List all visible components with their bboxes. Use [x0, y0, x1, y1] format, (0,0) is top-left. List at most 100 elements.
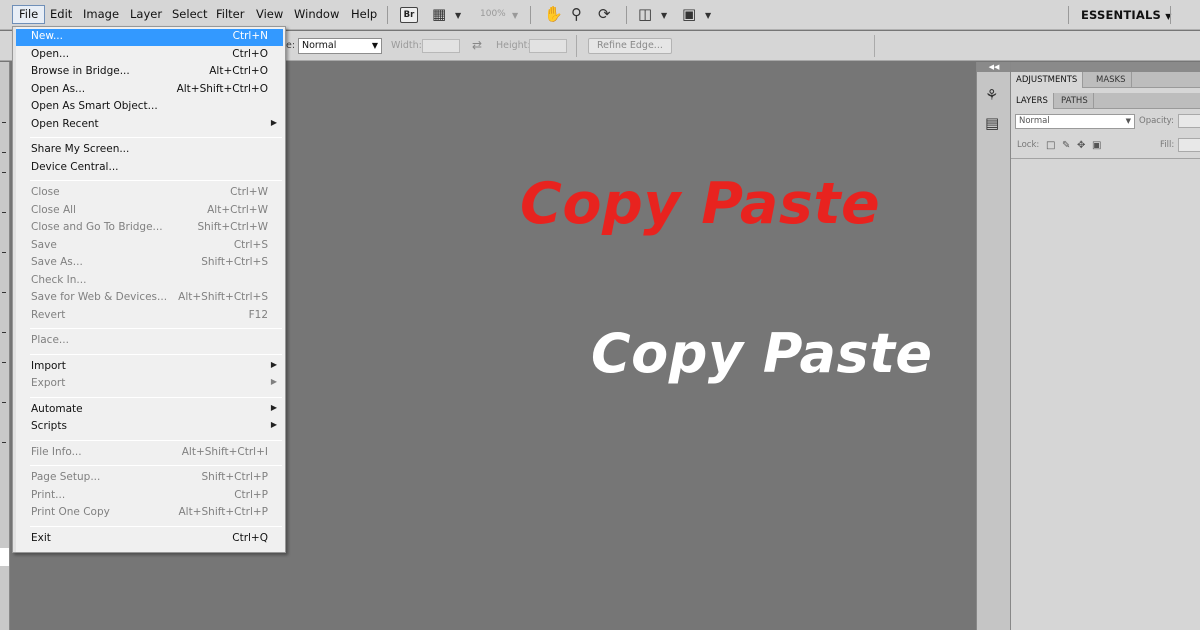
menu-item-shortcut: Shift+Ctrl+S — [201, 256, 268, 268]
submenu-arrow-icon: ▶ — [270, 359, 277, 369]
collapse-icon[interactable]: ◀◀ — [977, 62, 1011, 72]
arrange-documents-icon[interactable]: ◫ — [638, 5, 652, 24]
width-field[interactable] — [422, 39, 460, 53]
tool-marker[interactable] — [2, 442, 6, 443]
adjustments-tabs: ADJUSTMENTS MASKS — [1011, 72, 1200, 88]
panel-header-bar — [1011, 62, 1200, 72]
menu-image[interactable]: Image — [77, 5, 125, 24]
menu-filter[interactable]: Filter — [210, 5, 250, 24]
menu-edit[interactable]: Edit — [44, 5, 78, 24]
menu-item-device-central[interactable]: Device Central... — [16, 160, 283, 177]
menu-item-automate[interactable]: Automate ▶ — [16, 402, 283, 419]
menu-item-scripts[interactable]: Scripts ▶ — [16, 419, 283, 436]
menu-item-place[interactable]: Place... — [16, 333, 283, 350]
menu-item-label: Close All — [31, 203, 76, 216]
zoom-level[interactable]: 100% — [480, 9, 506, 19]
menu-file[interactable]: File — [12, 5, 46, 24]
menu-item-import[interactable]: Import ▶ — [16, 359, 283, 376]
menu-layer[interactable]: Layer — [124, 5, 168, 24]
menu-item-label: Revert — [31, 308, 66, 321]
adjustments-icon[interactable]: ⚘ — [985, 86, 998, 104]
menu-item-label: Automate — [31, 402, 83, 415]
tab-masks[interactable]: MASKS — [1091, 72, 1132, 88]
menu-item-shortcut: Alt+Shift+Ctrl+O — [176, 82, 268, 95]
bridge-button[interactable]: Br — [400, 7, 418, 23]
menu-separator — [30, 525, 282, 527]
menu-item-revert[interactable]: Revert F12 — [16, 308, 283, 325]
lock-transparent-icon[interactable]: □ — [1046, 140, 1055, 151]
menu-window[interactable]: Window — [288, 5, 345, 24]
menu-item-close[interactable]: Close Ctrl+W — [16, 185, 283, 202]
menu-item-close-all[interactable]: Close All Alt+Ctrl+W — [16, 203, 283, 220]
tool-marker[interactable] — [2, 362, 6, 363]
menu-item-browse-in-bridge[interactable]: Browse in Bridge... Alt+Ctrl+O — [16, 64, 283, 81]
tool-marker[interactable] — [2, 252, 6, 253]
tool-marker[interactable] — [2, 212, 6, 213]
menu-item-print[interactable]: Print... Ctrl+P — [16, 488, 283, 505]
menu-item-open-as-smart-object[interactable]: Open As Smart Object... — [16, 99, 283, 116]
height-field[interactable] — [529, 39, 567, 53]
menu-item-export[interactable]: Export ▶ — [16, 376, 283, 393]
submenu-arrow-icon: ▶ — [270, 402, 277, 412]
tool-marker[interactable] — [2, 332, 6, 333]
lock-move-icon[interactable]: ✥ — [1077, 140, 1085, 151]
menu-item-open-as[interactable]: Open As... Alt+Shift+Ctrl+O — [16, 82, 283, 99]
menu-item-label: File Info... — [31, 445, 82, 458]
menu-item-close-and-go-to-bridge[interactable]: Close and Go To Bridge... Shift+Ctrl+W — [16, 220, 283, 237]
swap-icon[interactable]: ⇄ — [472, 38, 482, 52]
menu-view[interactable]: View — [250, 5, 289, 24]
fill-label: Fill: — [1160, 140, 1175, 150]
menu-item-exit[interactable]: Exit Ctrl+Q — [16, 531, 283, 548]
menu-separator — [30, 439, 282, 441]
menu-separator — [30, 180, 282, 181]
menu-item-save-as[interactable]: Save As... Shift+Ctrl+S — [16, 255, 283, 272]
menu-item-share-my-screen[interactable]: Share My Screen... — [16, 142, 283, 159]
tool-marker[interactable] — [2, 152, 6, 153]
menu-item-new[interactable]: New... Ctrl+N — [16, 29, 283, 46]
menu-item-label: Save for Web & Devices... — [31, 291, 168, 303]
fill-field[interactable] — [1178, 138, 1200, 152]
tab-layers[interactable]: LAYERS — [1011, 93, 1054, 109]
rotate-view-icon[interactable]: ⟳ — [598, 5, 611, 24]
workspace-switcher[interactable]: ESSENTIALS ▼ — [1081, 8, 1172, 22]
tool-marker[interactable] — [2, 122, 6, 123]
chevron-down-icon[interactable]: ▼ — [455, 11, 461, 20]
menu-item-shortcut: Ctrl+W — [230, 186, 268, 198]
menu-item-open[interactable]: Open... Ctrl+O — [16, 47, 283, 64]
chevron-down-icon[interactable]: ▼ — [705, 11, 711, 20]
history-icon[interactable]: ▤ — [985, 114, 999, 132]
opacity-field[interactable] — [1178, 114, 1200, 128]
color-swatch[interactable] — [0, 548, 9, 566]
zoom-tool-icon[interactable]: ⚲ — [571, 5, 582, 24]
tools-panel — [0, 62, 10, 630]
menu-select[interactable]: Select — [166, 5, 213, 24]
menu-item-open-recent[interactable]: Open Recent ▶ — [16, 117, 283, 134]
menu-item-page-setup[interactable]: Page Setup... Shift+Ctrl+P — [16, 470, 283, 487]
tool-marker[interactable] — [2, 292, 6, 293]
menu-separator — [30, 465, 282, 466]
menu-item-label: Close and Go To Bridge... — [31, 221, 163, 233]
view-extras-icon[interactable]: ▦ — [432, 5, 446, 24]
menu-item-save[interactable]: Save Ctrl+S — [16, 238, 283, 255]
refine-edge-button[interactable]: Refine Edge... — [588, 38, 672, 54]
menu-item-file-info[interactable]: File Info... Alt+Shift+Ctrl+I — [16, 445, 283, 462]
menu-item-print-one-copy[interactable]: Print One Copy Alt+Shift+Ctrl+P — [16, 505, 283, 522]
tab-adjustments[interactable]: ADJUSTMENTS — [1011, 72, 1084, 88]
hand-tool-icon[interactable]: ✋ — [544, 5, 563, 24]
chevron-down-icon[interactable]: ▼ — [512, 11, 518, 20]
lock-all-icon[interactable]: ▣ — [1092, 140, 1101, 151]
style-label: e: — [286, 40, 296, 51]
chevron-down-icon[interactable]: ▼ — [661, 11, 667, 20]
menu-item-label: Save As... — [31, 256, 83, 268]
menu-item-shortcut: Ctrl+N — [232, 30, 268, 42]
tool-marker[interactable] — [2, 402, 6, 403]
menu-item-save-for-web-and-devices[interactable]: Save for Web & Devices... Alt+Shift+Ctrl+… — [16, 290, 283, 307]
tab-paths[interactable]: PATHS — [1056, 93, 1094, 109]
menu-item-check-in[interactable]: Check In... — [16, 273, 283, 290]
screen-mode-icon[interactable]: ▣ — [682, 5, 696, 24]
blend-mode-select[interactable]: Normal ▼ — [1015, 114, 1135, 129]
lock-brush-icon[interactable]: ✎ — [1062, 140, 1070, 151]
menu-help[interactable]: Help — [345, 5, 383, 24]
style-select[interactable]: Normal ▼ — [298, 38, 382, 54]
tool-marker[interactable] — [2, 172, 6, 173]
